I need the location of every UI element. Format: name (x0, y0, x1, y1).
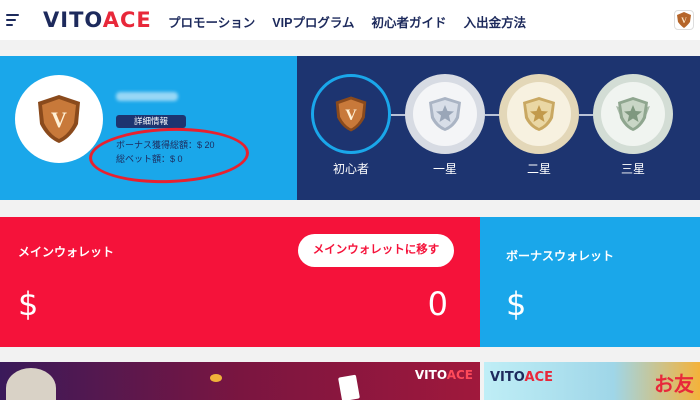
coin-icon (210, 374, 222, 382)
bonus-wallet-title: ボーナスウォレット (506, 249, 615, 263)
rank-label: 初心者 (332, 162, 369, 176)
rank-badge (593, 74, 673, 154)
profile-panel: V 詳細情報 ボーナス獲得総額：$ 20 総ベット額：$ 0 (0, 56, 297, 200)
banner-headline: お友 (654, 374, 694, 396)
bet-total-stat: 総ベット額：$ 0 (116, 154, 183, 164)
nav-deposit-withdraw[interactable]: 入出金方法 (464, 12, 527, 31)
gold-star-shield-icon (523, 97, 555, 131)
vip-rank-panel: V 初心者 一星 二星 三星 (297, 56, 700, 200)
svg-text:V: V (681, 16, 687, 25)
rank-badge (405, 74, 485, 154)
rank-badge: V (311, 74, 391, 154)
rank-badge (499, 74, 579, 154)
rank-label: 二星 (526, 162, 551, 176)
username-blurred (116, 92, 178, 101)
promo-banner-referral[interactable]: VITOACE お友 (484, 362, 700, 400)
bonus-wallet-currency: $ (506, 285, 527, 323)
main-wallet-currency: $ (18, 285, 39, 323)
hamburger-menu-icon[interactable] (6, 14, 20, 26)
user-avatar-icon[interactable]: V (674, 10, 694, 30)
banner-logo: VITOACE (490, 370, 553, 385)
nav-beginner-guide[interactable]: 初心者ガイド (372, 12, 447, 31)
green-star-shield-icon (616, 97, 650, 131)
main-wallet-card: メインウォレット メインウォレットに移す $ 0 (0, 217, 480, 347)
rank-label: 三星 (620, 162, 645, 176)
vitoace-logo[interactable]: VITOACE (43, 8, 152, 32)
bonus-wallet-card: ボーナスウォレット $ (480, 217, 700, 347)
main-wallet-title: メインウォレット (18, 245, 115, 259)
move-to-main-wallet-button[interactable]: メインウォレットに移す (298, 234, 454, 267)
svg-text:V: V (51, 107, 67, 132)
svg-text:V: V (345, 107, 357, 124)
bonus-total-stat: ボーナス獲得総額：$ 20 (116, 140, 215, 150)
rank-avatar: V (15, 75, 103, 163)
banner-logo: VITOACE (414, 368, 473, 382)
main-nav: プロモーション VIPプログラム 初心者ガイド 入出金方法 (168, 12, 526, 31)
promo-banner-casino[interactable]: VITOACE (0, 362, 480, 400)
playing-card-icon (338, 374, 360, 400)
detail-info-button[interactable]: 詳細情報 (116, 115, 186, 128)
top-header: VITOACE プロモーション VIPプログラム 初心者ガイド 入出金方法 V (0, 0, 700, 40)
character-illustration (6, 368, 56, 400)
nav-vip-program[interactable]: VIPプログラム (272, 12, 354, 31)
silver-star-shield-icon (429, 97, 461, 131)
nav-promotion[interactable]: プロモーション (168, 12, 255, 31)
bronze-v-shield-icon: V (38, 95, 80, 143)
main-wallet-amount: 0 (427, 285, 448, 323)
rank-label: 一星 (432, 162, 457, 176)
bronze-v-shield-icon: V (335, 96, 367, 132)
